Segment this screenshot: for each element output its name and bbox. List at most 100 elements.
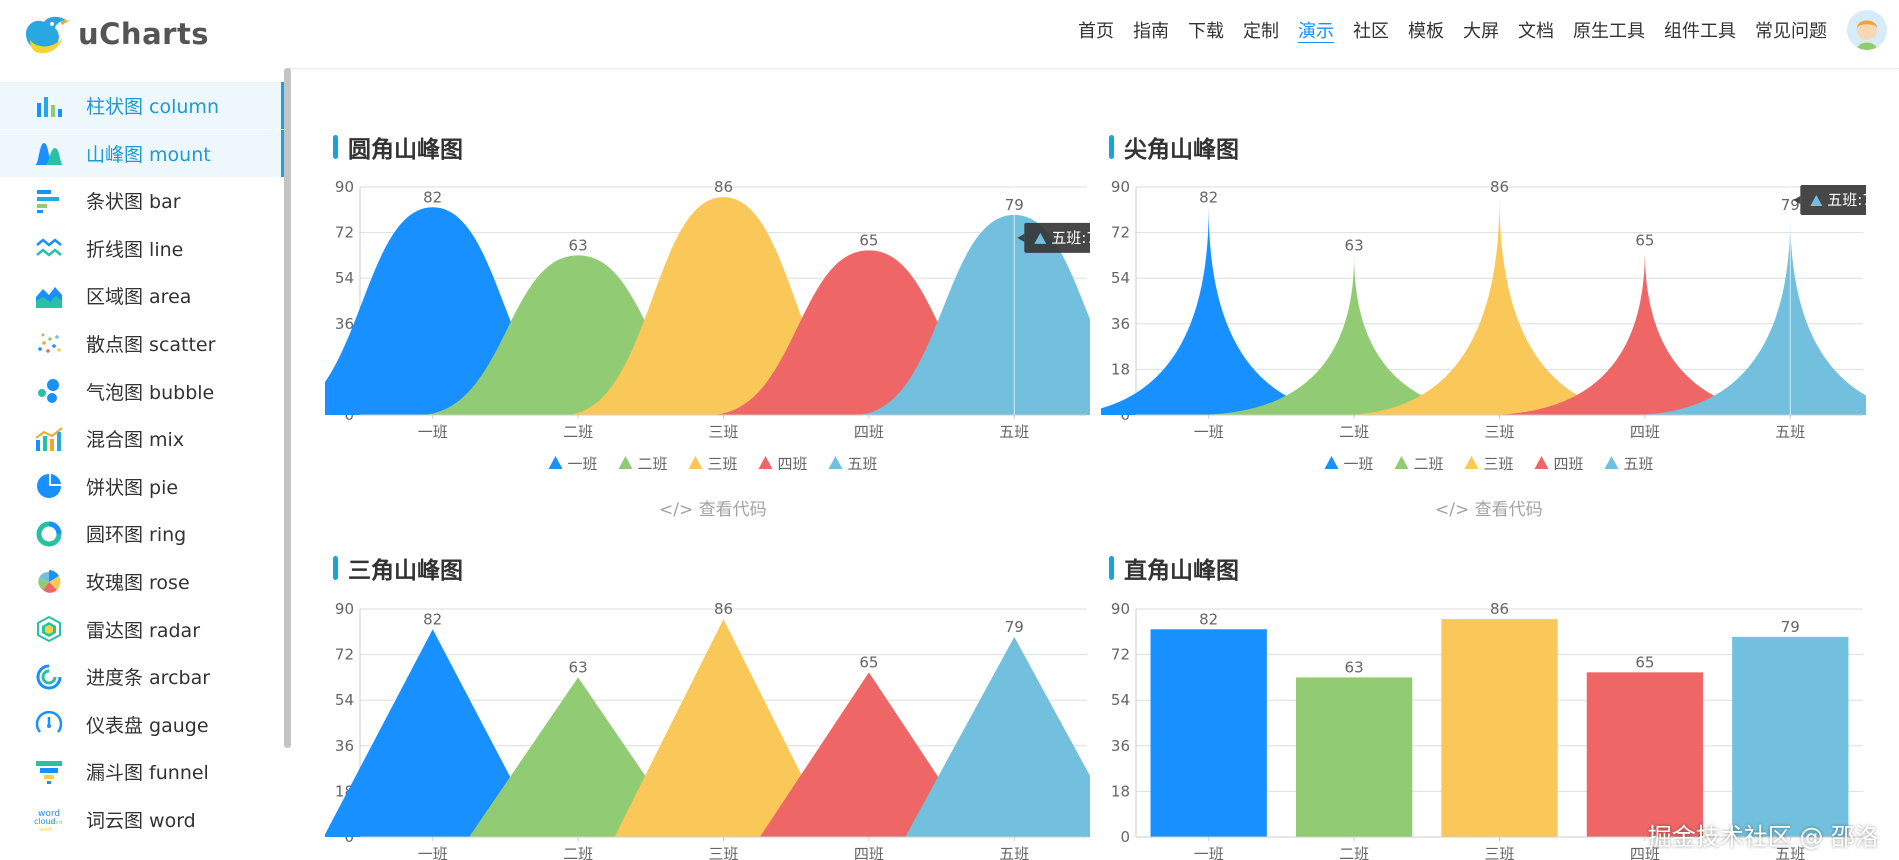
nav-item-11[interactable]: 常见问题 bbox=[1755, 18, 1827, 46]
sidebar-item-label: 折线图 line bbox=[86, 238, 184, 261]
bar-shape[interactable] bbox=[1150, 629, 1267, 837]
sidebar-item-gauge[interactable]: 仪表盘 gauge bbox=[0, 701, 284, 748]
sharp-mount-chart[interactable]: 018365472908263866579一班二班三班四班五班五班:79一班二班… bbox=[1101, 170, 1866, 480]
sidebar-item-label: 仪表盘 gauge bbox=[86, 714, 209, 737]
y-tick-label: 90 bbox=[1111, 178, 1130, 196]
nav-item-2[interactable]: 下载 bbox=[1188, 18, 1224, 46]
legend-item[interactable]: 四班 bbox=[758, 455, 808, 473]
sidebar-item-mix[interactable]: 混合图 mix bbox=[0, 415, 284, 462]
sidebar-scrollbar[interactable] bbox=[284, 68, 291, 748]
round-mount-chart[interactable]: 018365472908263866579一班二班三班四班五班五班:79一班二班… bbox=[325, 170, 1090, 480]
bar-shape[interactable] bbox=[1441, 619, 1558, 837]
data-label: 82 bbox=[1199, 188, 1218, 206]
data-label: 63 bbox=[569, 658, 588, 676]
legend-triangle-icon bbox=[828, 456, 843, 469]
data-label: 86 bbox=[1490, 178, 1509, 196]
word-cloud-icon: word cloud word word bbox=[33, 805, 65, 835]
bar-shape[interactable] bbox=[1586, 672, 1704, 837]
legend-item[interactable]: 一班 bbox=[548, 455, 598, 473]
top-header: uCharts 首页 指南 下载 定制 演示 社区 模板 大屏 文档 原生工具 组件工具 常见问题 bbox=[0, 0, 1899, 69]
legend-label: 三班 bbox=[1484, 455, 1514, 473]
x-tick-label: 二班 bbox=[1339, 423, 1369, 441]
nav-item-8[interactable]: 文档 bbox=[1518, 18, 1554, 46]
legend-item[interactable]: 四班 bbox=[1534, 455, 1584, 473]
nav-item-6[interactable]: 模板 bbox=[1408, 18, 1444, 46]
tooltip: 五班:79 bbox=[1793, 185, 1866, 215]
legend-item[interactable]: 二班 bbox=[1394, 455, 1444, 473]
legend-item[interactable]: 五班 bbox=[828, 455, 878, 473]
title-accent-bar bbox=[1109, 556, 1114, 580]
mount-chart-icon bbox=[33, 138, 65, 168]
sidebar-item-bubble[interactable]: 气泡图 bubble bbox=[0, 368, 284, 415]
legend-label: 四班 bbox=[778, 455, 808, 473]
sidebar-item-funnel[interactable]: 漏斗图 funnel bbox=[0, 748, 284, 795]
nav-item-4[interactable]: 演示 bbox=[1298, 18, 1334, 46]
bar-shape[interactable] bbox=[1295, 677, 1413, 837]
y-tick-label: 72 bbox=[335, 646, 354, 664]
x-tick-label: 四班 bbox=[854, 423, 884, 441]
triangle-mount-chart[interactable]: 018365472908263866579一班二班三班四班五班 bbox=[325, 592, 1090, 860]
funnel-chart-icon bbox=[33, 757, 65, 787]
chart-title-text: 直角山峰图 bbox=[1124, 558, 1239, 584]
svg-text:word: word bbox=[39, 827, 51, 833]
x-tick-label: 三班 bbox=[1484, 845, 1514, 860]
sidebar-item-scatter[interactable]: 散点图 scatter bbox=[0, 320, 284, 367]
bar-shape[interactable] bbox=[1732, 636, 1849, 837]
nav-item-9[interactable]: 原生工具 bbox=[1573, 18, 1645, 46]
sidebar-item-label: 混合图 mix bbox=[86, 429, 185, 452]
y-tick-label: 90 bbox=[335, 600, 354, 618]
data-label: 65 bbox=[859, 653, 878, 671]
svg-text:word: word bbox=[50, 820, 62, 826]
watermark-text: 掘金技术社区 @ 邵洛 bbox=[1647, 823, 1879, 851]
sidebar-menu: 柱状图 column 山峰图 mount 条状图 bar 折线图 line 区域图 ar… bbox=[0, 68, 288, 860]
y-tick-label: 36 bbox=[1111, 315, 1130, 333]
y-tick-label: 54 bbox=[335, 269, 354, 287]
sidebar-item-ring[interactable]: 圆环图 ring bbox=[0, 510, 284, 557]
sidebar-item-line[interactable]: 折线图 line bbox=[0, 225, 284, 272]
chart-title-text: 尖角山峰图 bbox=[1124, 137, 1239, 163]
nav-item-7[interactable]: 大屏 bbox=[1463, 18, 1499, 46]
nav-item-3[interactable]: 定制 bbox=[1243, 18, 1279, 46]
legend-item[interactable]: 三班 bbox=[688, 455, 738, 473]
sidebar-item-radar[interactable]: 雷达图 radar bbox=[0, 606, 284, 653]
y-tick-label: 18 bbox=[1111, 782, 1130, 800]
tooltip: 五班:79 bbox=[1017, 222, 1090, 253]
sidebar-item-column[interactable]: 柱状图 column bbox=[0, 82, 284, 129]
sidebar-item-label: 雷达图 radar bbox=[86, 619, 201, 642]
nav-item-1[interactable]: 指南 bbox=[1133, 18, 1169, 46]
nav-item-5[interactable]: 社区 bbox=[1353, 18, 1389, 46]
column-chart-icon bbox=[33, 91, 65, 121]
sidebar-item-label: 散点图 scatter bbox=[86, 334, 216, 356]
sidebar-item-arcbar[interactable]: 进度条 arcbar bbox=[0, 653, 284, 700]
brand-name: uCharts bbox=[78, 17, 210, 51]
tooltip-text: 五班:79 bbox=[1051, 229, 1090, 247]
data-label: 86 bbox=[714, 178, 733, 196]
user-avatar[interactable] bbox=[1847, 10, 1887, 50]
legend-item[interactable]: 五班 bbox=[1604, 455, 1654, 473]
scatter-chart-icon bbox=[33, 329, 65, 359]
y-tick-label: 36 bbox=[335, 737, 354, 755]
sidebar-item-label: 气泡图 bubble bbox=[86, 381, 215, 404]
view-code-link[interactable]: </> 查看代码 bbox=[659, 495, 767, 520]
sidebar-item-rose[interactable]: 玫瑰图 rose bbox=[0, 558, 284, 605]
sidebar-item-area[interactable]: 区域图 area bbox=[0, 272, 284, 319]
legend-label: 一班 bbox=[1344, 455, 1374, 473]
triangle-shape[interactable] bbox=[905, 636, 1090, 837]
legend-triangle-icon bbox=[618, 456, 633, 469]
brand-logo[interactable]: uCharts bbox=[22, 8, 209, 60]
view-code-link[interactable]: </> 查看代码 bbox=[1435, 495, 1543, 520]
legend-item[interactable]: 三班 bbox=[1464, 455, 1514, 473]
sidebar-item-word-cloud[interactable]: word cloud word word 词云图 word bbox=[0, 796, 284, 843]
legend-label: 五班 bbox=[1624, 455, 1654, 473]
data-label: 82 bbox=[1199, 610, 1218, 628]
legend-item[interactable]: 一班 bbox=[1324, 455, 1374, 473]
nav-item-0[interactable]: 首页 bbox=[1078, 18, 1114, 46]
sidebar-item-mount[interactable]: 山峰图 mount bbox=[0, 129, 284, 177]
data-label: 86 bbox=[714, 600, 733, 618]
sidebar-item-pie[interactable]: 饼状图 pie bbox=[0, 463, 284, 510]
x-tick-label: 一班 bbox=[418, 423, 448, 441]
legend-item[interactable]: 二班 bbox=[618, 455, 668, 473]
nav-item-10[interactable]: 组件工具 bbox=[1664, 18, 1736, 46]
legend-triangle-icon bbox=[1604, 456, 1619, 469]
sidebar-item-bar[interactable]: 条状图 bar bbox=[0, 177, 284, 224]
